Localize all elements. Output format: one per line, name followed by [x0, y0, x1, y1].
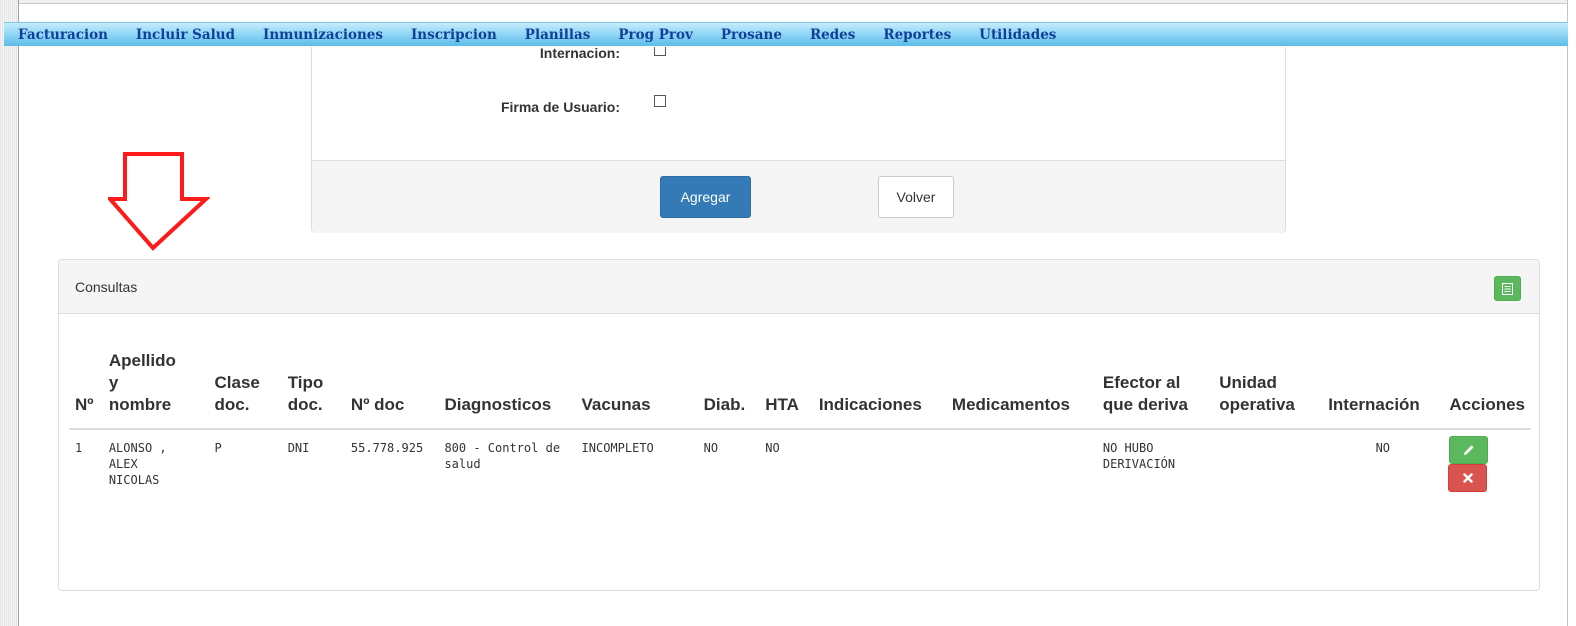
col-header-diagnosticos: Diagnosticos: [438, 350, 576, 430]
col-header-tipo-line1: Tipo: [287, 373, 324, 392]
consultas-title: Consultas: [75, 279, 138, 295]
cell-apellido-line2: ALEX: [108, 457, 138, 471]
col-header-unidad-line2: operativa: [1219, 395, 1295, 414]
x-icon: [1463, 473, 1473, 483]
col-header-nro-doc: Nº doc: [344, 350, 439, 430]
col-header-efector: Efector al que deriva: [1096, 350, 1214, 430]
col-header-efector-line1: Efector al: [1102, 373, 1181, 392]
consultas-table: Nº Apellido y nombre Clase doc. Tipo doc…: [69, 350, 1531, 502]
form-panel: Internacion: Firma de Usuario: Agregar V…: [311, 47, 1286, 233]
table-icon: [1502, 282, 1513, 295]
main-menu-bar: Facturacion Incluir Salud Inmunizaciones…: [4, 22, 1568, 46]
cell-tipo: DNI: [287, 441, 310, 455]
col-header-vacunas: Vacunas: [575, 350, 698, 430]
cell-efector: NO HUBO DERIVACIÓN: [1097, 429, 1213, 502]
cell-internacion: NO: [1375, 441, 1391, 455]
col-header-unidad: Unidad operativa: [1213, 350, 1323, 430]
menu-item-facturacion[interactable]: Facturacion: [18, 27, 108, 43]
cell-indicaciones: [813, 429, 946, 502]
col-header-efector-line2: que deriva: [1102, 395, 1188, 414]
col-header-hta: HTA: [759, 350, 813, 430]
cell-medicamentos: [946, 429, 1097, 502]
cell-hta: NO: [765, 441, 780, 455]
cell-vacunas: INCOMPLETO: [581, 441, 654, 455]
export-button[interactable]: [1494, 276, 1521, 301]
col-header-clase-line2: doc.: [214, 395, 250, 414]
menu-item-redes[interactable]: Redes: [810, 27, 855, 43]
col-header-medicamentos: Medicamentos: [945, 350, 1097, 430]
window-top-edge: [0, 0, 1576, 4]
menu-item-prosane[interactable]: Prosane: [721, 27, 782, 43]
internacion-checkbox[interactable]: [654, 47, 666, 56]
menu-item-utilidades[interactable]: Utilidades: [979, 27, 1056, 43]
menu-item-inmunizaciones[interactable]: Inmunizaciones: [263, 27, 383, 43]
internacion-row: Internacion:: [312, 47, 672, 63]
menu-item-prog-prov[interactable]: Prog Prov: [618, 27, 693, 43]
pencil-icon: [1463, 445, 1474, 455]
left-frame: [0, 0, 19, 626]
cell-apellido: ALONSO , ALEX NICOLAS: [103, 429, 209, 502]
col-header-clase: Clase doc.: [208, 350, 282, 430]
menu-item-planillas[interactable]: Planillas: [525, 27, 591, 43]
col-header-clase-line1: Clase: [214, 373, 260, 392]
col-header-internacion: Internación: [1322, 350, 1444, 430]
col-header-unidad-line1: Unidad: [1219, 373, 1277, 392]
delete-button[interactable]: [1448, 464, 1488, 492]
consultas-panel: Consultas Nº Apellido y nombre Clase doc…: [58, 259, 1540, 591]
right-frame: [1567, 0, 1576, 626]
internacion-label: Internacion:: [539, 47, 620, 61]
col-header-diab: Diab.: [697, 350, 760, 430]
firma-usuario-label: Firma de Usuario:: [500, 99, 620, 115]
edit-button[interactable]: [1449, 436, 1489, 464]
cell-clase: P: [214, 441, 222, 455]
cell-unidad: [1213, 429, 1322, 502]
firma-usuario-checkbox[interactable]: [654, 95, 666, 107]
table-row: 1 ALONSO , ALEX NICOLAS P DNI 55.778.925…: [69, 429, 1531, 502]
cell-nro: 1: [75, 441, 83, 455]
form-footer: Agregar Volver: [312, 160, 1285, 233]
menu-item-incluir-salud[interactable]: Incluir Salud: [136, 27, 235, 43]
col-header-tipo-line2: doc.: [287, 395, 323, 414]
col-header-indicaciones: Indicaciones: [812, 350, 946, 430]
col-header-apellido-line2: y: [108, 373, 119, 392]
cell-diab: NO: [703, 441, 719, 455]
firma-row: Firma de Usuario:: [312, 92, 666, 116]
volver-button[interactable]: Volver: [878, 176, 954, 218]
menu-item-reportes[interactable]: Reportes: [883, 27, 951, 43]
down-arrow-icon: [108, 152, 210, 251]
col-header-apellido-line3: nombre: [108, 395, 172, 414]
col-header-nro: Nº: [69, 350, 103, 430]
cell-apellido-line3: NICOLAS: [108, 473, 160, 487]
col-header-apellido: Apellido y nombre: [102, 350, 209, 430]
consultas-panel-heading: Consultas: [59, 260, 1539, 314]
cell-efector-line2: DERIVACIÓN: [1102, 457, 1176, 471]
cell-nro-doc: 55.778.925: [350, 441, 424, 455]
col-header-tipo: Tipo doc.: [281, 350, 345, 430]
cell-diagnosticos-line1: 800 - Control de: [444, 441, 561, 455]
agregar-button[interactable]: Agregar: [660, 176, 751, 218]
col-header-apellido-line1: Apellido: [108, 351, 176, 370]
cell-efector-line1: NO HUBO: [1102, 441, 1154, 455]
cell-apellido-line1: ALONSO ,: [108, 441, 167, 455]
menu-item-inscripcion[interactable]: Inscripcion: [411, 27, 497, 43]
cell-diagnosticos: 800 - Control de salud: [438, 429, 575, 502]
table-header-row: Nº Apellido y nombre Clase doc. Tipo doc…: [69, 350, 1531, 430]
cell-acciones: [1443, 429, 1531, 502]
cell-diagnosticos-line2: salud: [444, 457, 481, 471]
col-header-acciones: Acciones: [1443, 350, 1531, 430]
